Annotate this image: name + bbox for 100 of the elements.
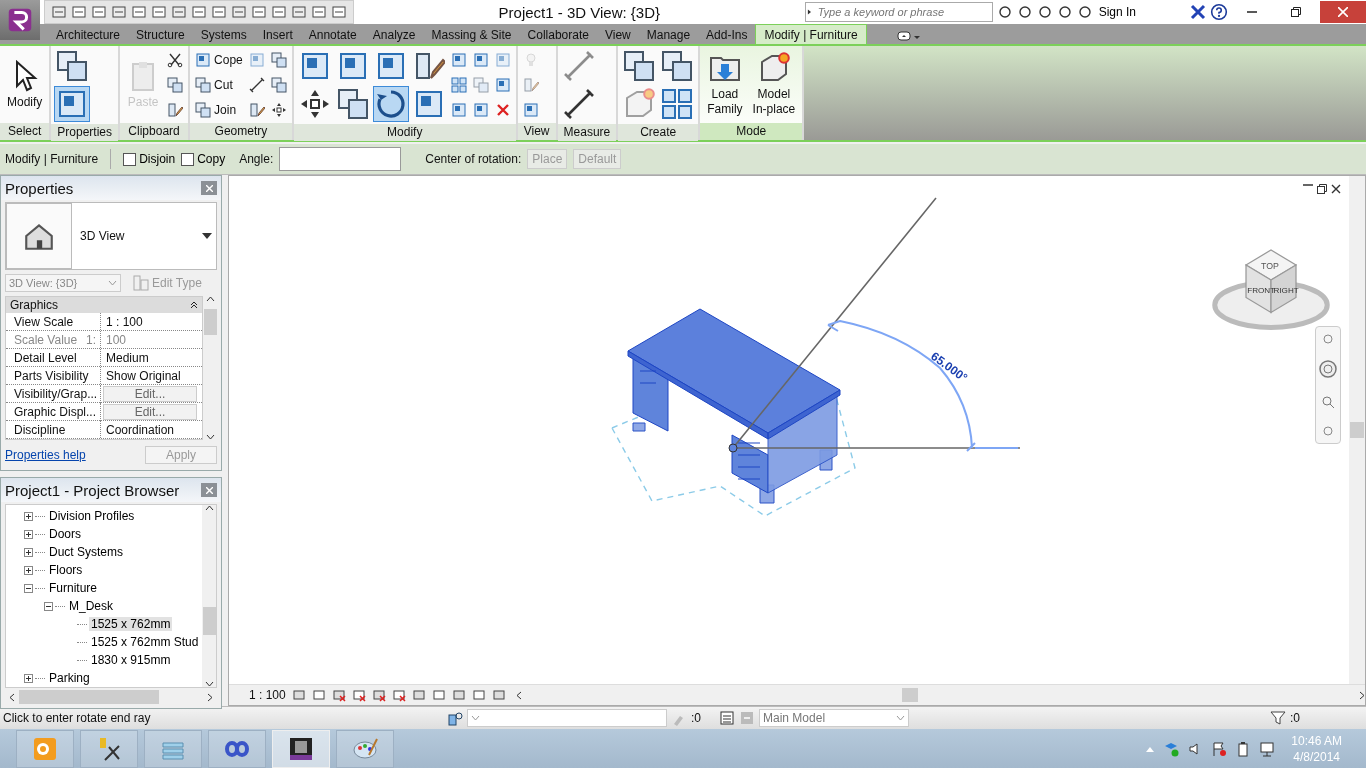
scroll-thumb[interactable]: [202, 607, 216, 635]
window-icon: [195, 51, 212, 68]
worksets-icon[interactable]: [447, 710, 463, 726]
tree-item[interactable]: 1830 x 915mm: [89, 653, 173, 667]
ribbon-tab[interactable]: Annotate: [300, 26, 365, 44]
scroll-left-icon[interactable]: [515, 690, 522, 700]
window-icon: [450, 102, 467, 119]
tree-item[interactable]: Floors: [47, 563, 85, 577]
taskbar-button[interactable]: [80, 730, 138, 768]
tree-item[interactable]: Duct Systems: [47, 545, 125, 559]
search-field[interactable]: Type a keyword or phrase: [804, 2, 993, 22]
ribbon-tool-button[interactable]: Cut: [193, 74, 245, 95]
ribbon-tool-button[interactable]: Cope: [193, 49, 245, 70]
rotation-center[interactable]: [728, 443, 738, 453]
rotate-icon: [374, 88, 407, 120]
tree-item[interactable]: Parking: [47, 671, 92, 685]
view-scale[interactable]: 1 : 100: [249, 688, 286, 702]
angle-label: Angle:: [239, 152, 274, 166]
panel-title: Measure: [557, 124, 617, 141]
ribbon-tab[interactable]: Massing & Site: [423, 26, 520, 44]
status-message: Click to enter rotate end ray: [2, 711, 152, 725]
scroll-up-icon[interactable]: [204, 505, 214, 511]
help-icon[interactable]: [1210, 3, 1228, 21]
ribbon-tool-button[interactable]: Load Family: [703, 49, 747, 120]
ribbon-tab[interactable]: Manage: [638, 26, 699, 44]
checkbox[interactable]: Disjoin: [123, 152, 176, 166]
application-menu-button[interactable]: [0, 0, 40, 40]
scroll-right-icon[interactable]: [207, 692, 213, 702]
design-option-dropdown[interactable]: Main Model: [759, 709, 909, 727]
minimize-ribbon-icon[interactable]: [896, 30, 921, 44]
type-selector[interactable]: 3D View: [5, 202, 217, 270]
checkbox[interactable]: Copy: [181, 152, 226, 166]
ribbon-tab[interactable]: Modify | Furniture: [755, 24, 867, 44]
edit-button[interactable]: Edit...: [103, 386, 197, 402]
scroll-thumb[interactable]: [19, 690, 159, 704]
scroll-down-icon[interactable]: [205, 434, 215, 440]
tree-item[interactable]: Doors: [47, 527, 83, 541]
scroll-thumb[interactable]: [203, 309, 217, 335]
app-icon: [287, 735, 315, 763]
flag-icon[interactable]: [1211, 741, 1228, 757]
sign-in-button[interactable]: Sign In: [1096, 5, 1186, 19]
collapse-group-icon[interactable]: [190, 301, 198, 309]
close-button[interactable]: [201, 483, 217, 497]
ribbon-tab[interactable]: Systems: [192, 26, 255, 44]
ribbon-tab[interactable]: Analyze: [364, 26, 424, 44]
pencil-icon: [167, 101, 184, 118]
property-name: View Scale: [6, 313, 101, 330]
squares-icon: [623, 50, 656, 82]
filter-icon[interactable]: [1270, 710, 1286, 726]
window-icon: [522, 101, 539, 118]
window-title: Project1 - 3D View: {3D}: [497, 3, 662, 21]
tree-item[interactable]: 1525 x 762mm Stud: [89, 635, 201, 649]
ribbon-tab[interactable]: Collaborate: [519, 26, 597, 44]
tree-item[interactable]: Furniture: [47, 581, 100, 595]
options-icon[interactable]: [1323, 425, 1333, 436]
squares-icon: [195, 76, 212, 93]
ribbon-tab[interactable]: Architecture: [48, 26, 129, 44]
property-name: Visibility/Grap...: [6, 385, 101, 403]
network-icon[interactable]: [1259, 741, 1276, 757]
scroll-thumb[interactable]: [901, 688, 918, 702]
scroll-thumb[interactable]: [1350, 422, 1364, 438]
tree-item[interactable]: Division Profiles: [47, 509, 137, 523]
edit-type-icon: [133, 275, 149, 291]
exchange-icon[interactable]: [1190, 4, 1206, 20]
restore-icon: [1291, 7, 1301, 17]
angle-field[interactable]: [279, 147, 402, 171]
view-close-icon[interactable]: [1331, 184, 1341, 194]
edit-button[interactable]: Edit...: [103, 404, 197, 420]
tree-item[interactable]: 1525 x 762mm: [89, 617, 173, 631]
tree-item[interactable]: M_Desk: [67, 599, 115, 613]
window-icon: [248, 51, 265, 68]
view-restore-icon[interactable]: [1317, 184, 1327, 194]
ribbon-tab[interactable]: Insert: [254, 26, 301, 44]
scroll-right-icon[interactable]: [1359, 690, 1365, 700]
filter-count: :0: [1290, 711, 1300, 725]
steering-wheel-icon[interactable]: [1318, 358, 1338, 379]
property-value: Coordination: [105, 421, 176, 438]
clock-date: 4/8/2014: [1293, 749, 1340, 765]
ribbon-tool-button[interactable]: Join: [193, 99, 245, 120]
panel-title: Select: [0, 123, 50, 140]
chevron-icon: [471, 715, 480, 721]
ribbon-tool-button[interactable]: Modify: [3, 56, 47, 113]
ribbon-tool-button[interactable]: [372, 86, 409, 122]
window-icon: [494, 51, 511, 68]
scroll-down-icon[interactable]: [204, 681, 214, 687]
scroll-left-icon[interactable]: [9, 692, 15, 702]
properties-help-link[interactable]: Properties help: [5, 448, 86, 462]
panel-title: Properties: [5, 179, 74, 197]
panel-title: View: [517, 123, 556, 140]
ribbon-tool-button[interactable]: Model In-place: [748, 49, 800, 120]
window-icon: [494, 77, 511, 93]
scroll-up-icon[interactable]: [205, 296, 215, 302]
ribbon-tab[interactable]: Add-Ins: [698, 26, 756, 44]
mail-icon: [31, 735, 59, 763]
design-options-icon[interactable]: [719, 710, 735, 726]
close-button[interactable]: [201, 181, 217, 195]
ribbon-tab[interactable]: Structure: [128, 26, 193, 44]
squares-icon: [167, 76, 184, 93]
ribbon-tab[interactable]: View: [596, 26, 639, 44]
window-icon: [472, 102, 489, 119]
